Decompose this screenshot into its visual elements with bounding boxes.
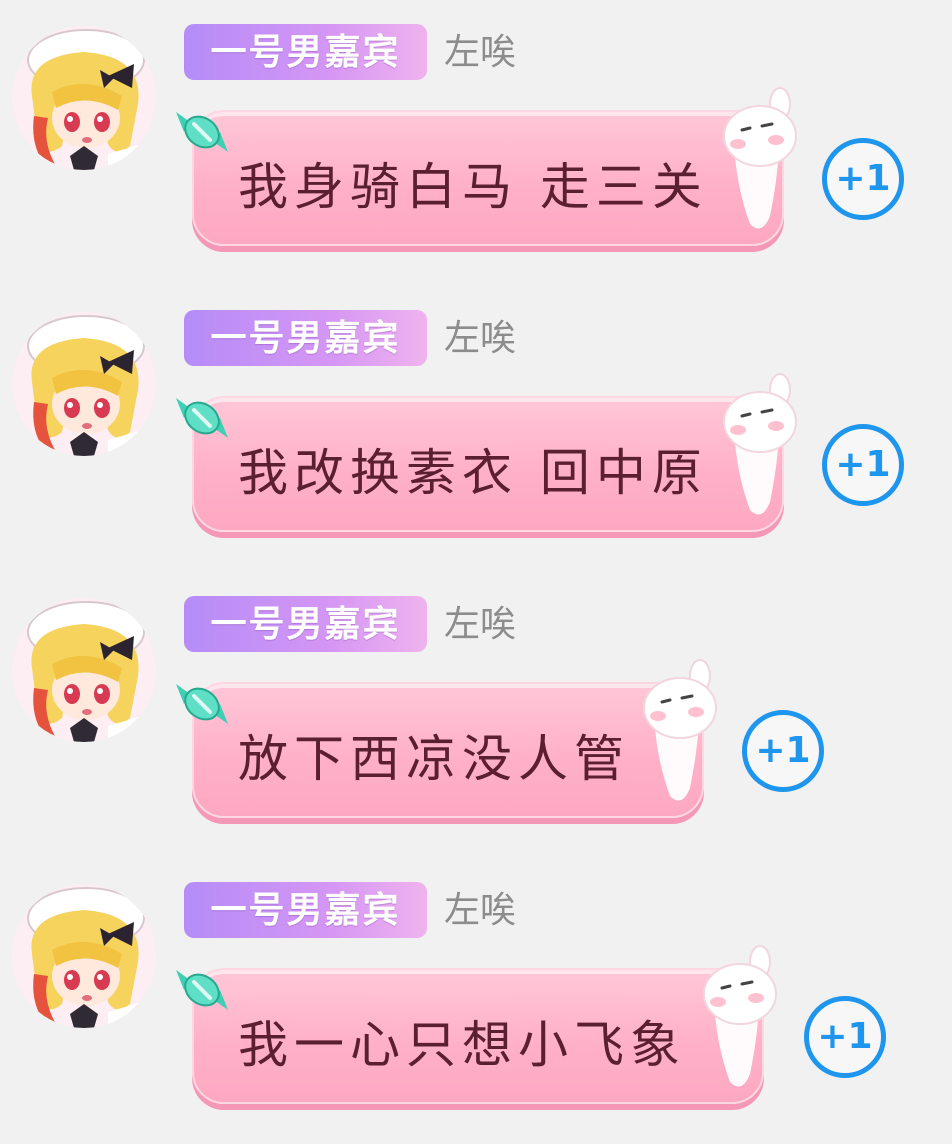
avatar[interactable] xyxy=(12,884,156,1028)
anime-girl-avatar-icon xyxy=(12,26,156,170)
chat-message-4: 一号男嘉宾 左唉 我一心只想小飞象 +1 xyxy=(0,858,952,1144)
candy-icon xyxy=(176,970,228,1010)
title-badge: 一号男嘉宾 xyxy=(184,596,427,652)
message-text: 我改换素衣 回中原 xyxy=(238,444,708,502)
chat-message-3: 一号男嘉宾 左唉 放下西凉没人管 +1 xyxy=(0,572,952,858)
candy-icon xyxy=(176,398,228,438)
bunny-sticker-icon xyxy=(723,373,797,515)
message-text: 放下西凉没人管 xyxy=(238,730,630,788)
chat-message-2: 一号男嘉宾 左唉 我改换素衣 回中原 +1 xyxy=(0,286,952,572)
message-bubble[interactable]: 我身骑白马 走三关 xyxy=(192,110,784,246)
avatar[interactable] xyxy=(12,312,156,456)
plus-one-button[interactable]: +1 xyxy=(742,710,824,792)
plus-one-button[interactable]: +1 xyxy=(822,424,904,506)
message-text: 我一心只想小飞象 xyxy=(238,1016,686,1074)
avatar[interactable] xyxy=(12,598,156,742)
plus-one-button[interactable]: +1 xyxy=(804,996,886,1078)
candy-icon xyxy=(176,684,228,724)
plus-one-button[interactable]: +1 xyxy=(822,138,904,220)
avatar[interactable] xyxy=(12,26,156,170)
bunny-sticker-icon xyxy=(643,659,717,801)
message-bubble[interactable]: 我一心只想小飞象 xyxy=(192,968,764,1104)
message-text: 我身骑白马 走三关 xyxy=(238,158,708,216)
anime-girl-avatar-icon xyxy=(12,312,156,456)
title-badge: 一号男嘉宾 xyxy=(184,310,427,366)
anime-girl-avatar-icon xyxy=(12,598,156,742)
sender-name[interactable]: 左唉 xyxy=(444,600,516,650)
bunny-sticker-icon xyxy=(703,945,777,1087)
sender-name[interactable]: 左唉 xyxy=(444,28,516,78)
bunny-sticker-icon xyxy=(723,87,797,229)
sender-name[interactable]: 左唉 xyxy=(444,886,516,936)
chat-message-1: 一号男嘉宾 左唉 我身骑白马 走三关 +1 xyxy=(0,0,952,286)
sender-name[interactable]: 左唉 xyxy=(444,314,516,364)
candy-icon xyxy=(176,112,228,152)
title-badge: 一号男嘉宾 xyxy=(184,882,427,938)
message-bubble[interactable]: 我改换素衣 回中原 xyxy=(192,396,784,532)
message-bubble[interactable]: 放下西凉没人管 xyxy=(192,682,704,818)
anime-girl-avatar-icon xyxy=(12,884,156,1028)
title-badge: 一号男嘉宾 xyxy=(184,24,427,80)
